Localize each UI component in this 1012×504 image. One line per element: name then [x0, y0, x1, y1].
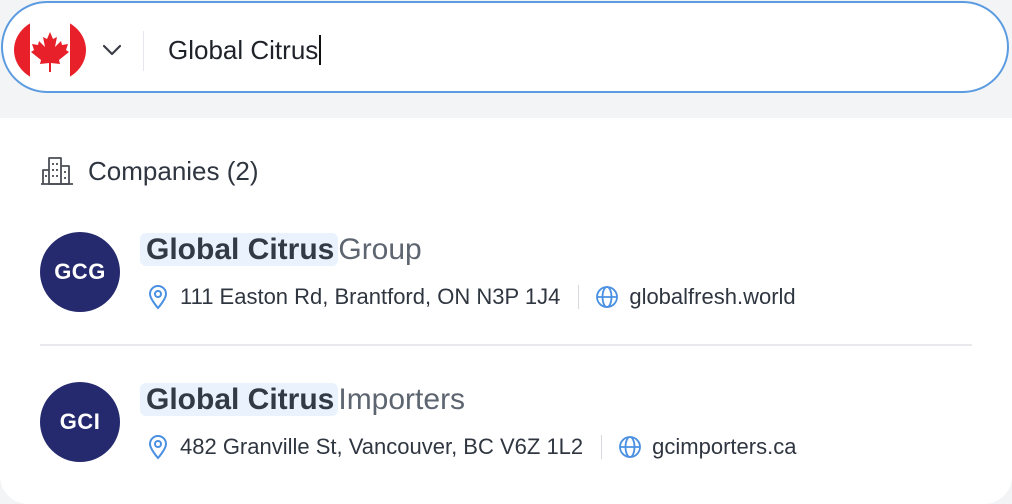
company-name-rest: Importers: [338, 383, 466, 416]
company-name-match: Global Citrus: [140, 383, 339, 416]
globe-icon: [619, 436, 642, 458]
company-avatar: GCI: [40, 382, 120, 462]
search-results-dropdown: Companies (2) GCG Global Citrus Group 111…: [0, 118, 1012, 504]
search-query-text: Global Citrus: [168, 35, 319, 65]
company-name-match: Global Citrus: [140, 233, 339, 266]
globe-icon: [596, 286, 619, 308]
section-header: Companies (2): [40, 154, 259, 188]
company-result-gci[interactable]: GCI Global Citrus Importers 482 Granville…: [40, 380, 980, 470]
section-title: Companies (2): [88, 155, 259, 186]
chevron-down-icon[interactable]: [100, 40, 124, 60]
company-meta: 111 Easton Rd, Brantford, ON N3P 1J4 glo…: [146, 282, 796, 312]
meta-separator: [601, 435, 603, 459]
meta-separator: [578, 285, 580, 309]
company-meta: 482 Granville St, Vancouver, BC V6Z 1L2 …: [146, 432, 796, 462]
location-pin-icon: [148, 435, 168, 460]
company-name[interactable]: Global Citrus Group: [140, 230, 422, 270]
result-divider: [40, 344, 972, 346]
company-avatar: GCG: [40, 232, 120, 312]
canada-flag-icon[interactable]: [14, 18, 86, 82]
company-address: 482 Granville St, Vancouver, BC V6Z 1L2: [180, 434, 584, 459]
location-pin-icon: [148, 285, 168, 310]
company-result-gcg[interactable]: GCG Global Citrus Group 111 Easton Rd, Br…: [40, 230, 980, 320]
search-bar[interactable]: Global Citrus: [1, 1, 1009, 93]
company-website-link[interactable]: globalfresh.world: [629, 284, 795, 310]
text-caret: [319, 35, 322, 65]
company-name-rest: Group: [338, 233, 422, 266]
company-website-link[interactable]: gcimporters.ca: [652, 434, 796, 460]
company-name[interactable]: Global Citrus Importers: [140, 380, 465, 420]
building-icon: [41, 157, 73, 185]
search-divider: [143, 31, 144, 71]
company-address: 111 Easton Rd, Brantford, ON N3P 1J4: [180, 284, 561, 309]
search-input[interactable]: Global Citrus: [168, 33, 322, 67]
